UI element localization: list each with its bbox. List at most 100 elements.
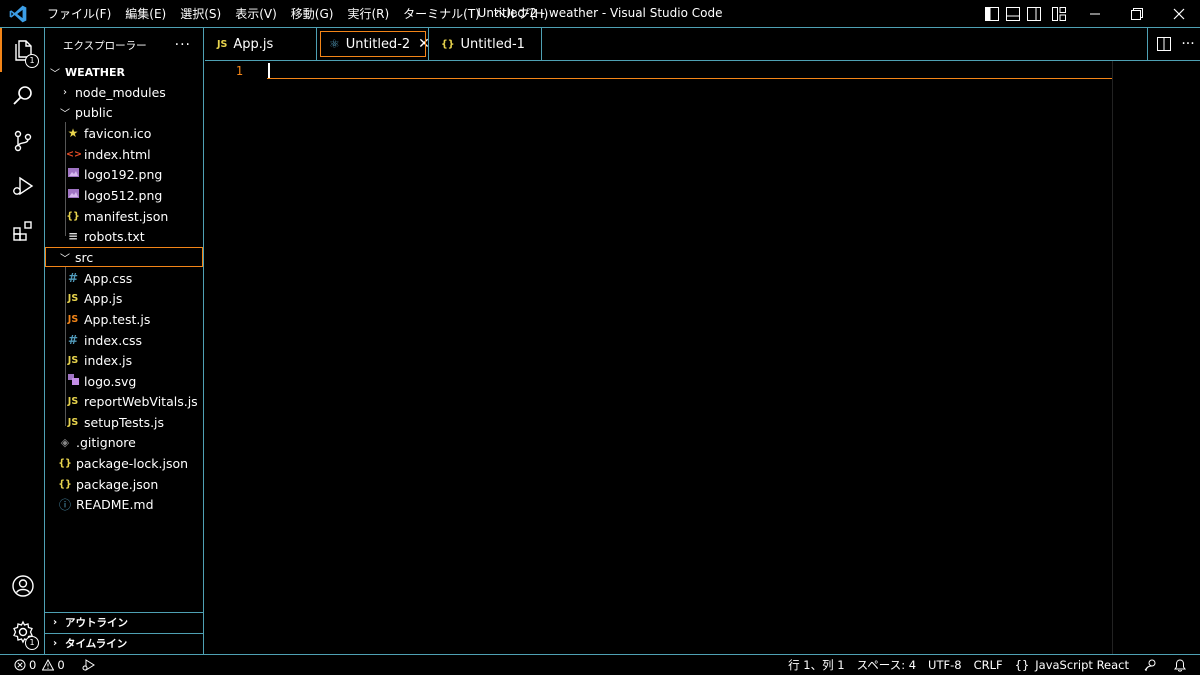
- menu-help[interactable]: ヘルプ(H): [487, 5, 555, 22]
- json-file-icon: {}: [66, 210, 80, 222]
- menu-bar: ファイル(F) 編集(E) 選択(S) 表示(V) 移動(G) 実行(R) ター…: [40, 5, 555, 22]
- tree-item-app-css[interactable]: # App.css: [45, 268, 203, 288]
- tree-item-node-modules[interactable]: › node_modules: [45, 82, 203, 102]
- vscode-logo-icon[interactable]: [8, 4, 28, 24]
- tree-item-label: favicon.ico: [84, 125, 152, 141]
- favicon-star-icon: ★: [67, 126, 79, 140]
- tree-item-label: logo192.png: [84, 166, 163, 182]
- status-left: 0 0: [0, 658, 101, 672]
- tree-item-manifest[interactable]: {} manifest.json: [45, 206, 203, 226]
- svg-file-icon: [66, 374, 80, 388]
- more-editor-actions-button[interactable]: ···: [1176, 28, 1200, 60]
- text-file-icon: ≡: [67, 229, 79, 243]
- tree-item-logo-svg[interactable]: logo.svg: [45, 371, 203, 391]
- end-of-line[interactable]: CRLF: [968, 658, 1009, 672]
- explorer-view-button[interactable]: 1: [0, 28, 45, 72]
- menu-go[interactable]: 移動(G): [284, 5, 341, 22]
- extensions-view-button[interactable]: [0, 209, 45, 253]
- source-control-view-button[interactable]: [0, 119, 45, 163]
- cursor-position[interactable]: 行 1、列 1: [782, 657, 850, 673]
- tree-item-package-json[interactable]: {} package.json: [45, 474, 203, 494]
- activity-bar: 1 1: [0, 28, 45, 654]
- encoding[interactable]: UTF-8: [922, 658, 968, 672]
- tab-untitled-2[interactable]: ⚛ Untitled-2 ✕: [317, 28, 430, 60]
- search-view-button[interactable]: [0, 74, 45, 118]
- tree-item-label: manifest.json: [84, 208, 169, 224]
- toggle-panel-button[interactable]: [1002, 0, 1023, 28]
- tree-item-package-lock[interactable]: {} package-lock.json: [45, 453, 203, 473]
- code-editor[interactable]: 1: [205, 61, 1200, 654]
- chevron-down-icon: ﹀: [60, 253, 70, 265]
- json-file-icon: {}: [58, 478, 72, 490]
- html-file-icon: <>: [66, 148, 82, 160]
- tree-root-weather[interactable]: ﹀ WEATHER: [45, 62, 203, 82]
- customize-layout-button[interactable]: [1044, 0, 1074, 28]
- tree-item-label: package-lock.json: [76, 455, 189, 471]
- tree-item-favicon[interactable]: ★ favicon.ico: [45, 123, 203, 143]
- split-editor-button[interactable]: [1152, 28, 1176, 60]
- chevron-down-icon: ﹀: [60, 108, 70, 120]
- error-icon: [14, 659, 26, 671]
- tree-item-logo192[interactable]: logo192.png: [45, 164, 203, 184]
- tab-untitled-1[interactable]: {} Untitled-1: [429, 28, 542, 60]
- timeline-section[interactable]: › タイムライン: [45, 633, 203, 653]
- tree-item-report-web-vitals[interactable]: JS reportWebVitals.js: [45, 391, 203, 411]
- tree-item-label: App.css: [84, 270, 133, 286]
- feedback-button[interactable]: [1135, 659, 1166, 672]
- menu-edit[interactable]: 編集(E): [118, 5, 173, 22]
- toggle-primary-sidebar-button[interactable]: [981, 0, 1002, 28]
- language-mode[interactable]: {} JavaScript React: [1009, 658, 1135, 672]
- js-test-file-icon: JS: [67, 313, 79, 325]
- menu-file[interactable]: ファイル(F): [40, 5, 118, 22]
- text-cursor: [268, 63, 270, 78]
- tree-item-setup-tests[interactable]: JS setupTests.js: [45, 412, 203, 432]
- run-debug-icon: [82, 659, 95, 671]
- tree-item-index-html[interactable]: <> index.html: [45, 144, 203, 164]
- status-bar: 0 0 行 1、列 1 スペース: 4 UTF-8 CRLF {} JavaSc…: [0, 654, 1200, 675]
- notifications-button[interactable]: [1166, 658, 1194, 672]
- toggle-secondary-sidebar-button[interactable]: [1023, 0, 1044, 28]
- tree-item-gitignore[interactable]: ◈ .gitignore: [45, 432, 203, 452]
- tree-item-public[interactable]: ﹀ public: [45, 102, 203, 122]
- problems-indicator[interactable]: 0 0: [12, 658, 71, 672]
- editor-actions: ···: [1147, 28, 1200, 60]
- tree-root-label: WEATHER: [65, 65, 126, 79]
- tab-label: Untitled-1: [460, 36, 525, 52]
- tree-item-label: public: [75, 104, 113, 120]
- tree-item-src[interactable]: ﹀ src: [45, 247, 203, 267]
- close-window-button[interactable]: [1158, 0, 1200, 28]
- run-debug-view-button[interactable]: [0, 164, 45, 208]
- tree-item-index-js[interactable]: JS index.js: [45, 350, 203, 370]
- tab-app-js[interactable]: JS App.js: [205, 28, 317, 60]
- tree-item-index-css[interactable]: # index.css: [45, 330, 203, 350]
- more-actions-button[interactable]: ···: [175, 37, 191, 53]
- indentation[interactable]: スペース: 4: [851, 657, 922, 673]
- run-status-button[interactable]: [75, 659, 101, 671]
- menu-terminal[interactable]: ターミナル(T): [396, 5, 487, 22]
- menu-selection[interactable]: 選択(S): [173, 5, 228, 22]
- split-editor-icon: [1157, 37, 1171, 51]
- menu-view[interactable]: 表示(V): [228, 5, 284, 22]
- chevron-right-icon: ›: [52, 617, 58, 628]
- layout-panel-icon: [1005, 7, 1020, 21]
- tree-item-readme[interactable]: ⓘ README.md: [45, 494, 203, 514]
- chevron-down-icon: ﹀: [50, 68, 60, 80]
- manage-button[interactable]: 1: [0, 610, 45, 654]
- json-file-icon: {}: [58, 457, 72, 469]
- tree-item-label: node_modules: [75, 84, 166, 100]
- minimize-button[interactable]: [1074, 0, 1116, 28]
- tree-item-app-test-js[interactable]: JS App.test.js: [45, 309, 203, 329]
- tree-item-logo512[interactable]: logo512.png: [45, 185, 203, 205]
- react-icon: ⚛: [329, 37, 340, 51]
- extensions-icon: [12, 221, 32, 241]
- tree-item-robots[interactable]: ≡ robots.txt: [45, 226, 203, 246]
- accounts-button[interactable]: [0, 564, 45, 608]
- ellipsis-icon: ···: [1181, 36, 1195, 52]
- restore-button[interactable]: [1116, 0, 1158, 28]
- outline-section[interactable]: › アウトライン: [45, 612, 203, 632]
- tree-item-app-js[interactable]: JS App.js: [45, 288, 203, 308]
- feedback-icon: [1144, 659, 1156, 671]
- tree-item-label: index.html: [84, 146, 151, 162]
- menu-run[interactable]: 実行(R): [340, 5, 396, 22]
- tree-item-label: index.css: [84, 332, 143, 348]
